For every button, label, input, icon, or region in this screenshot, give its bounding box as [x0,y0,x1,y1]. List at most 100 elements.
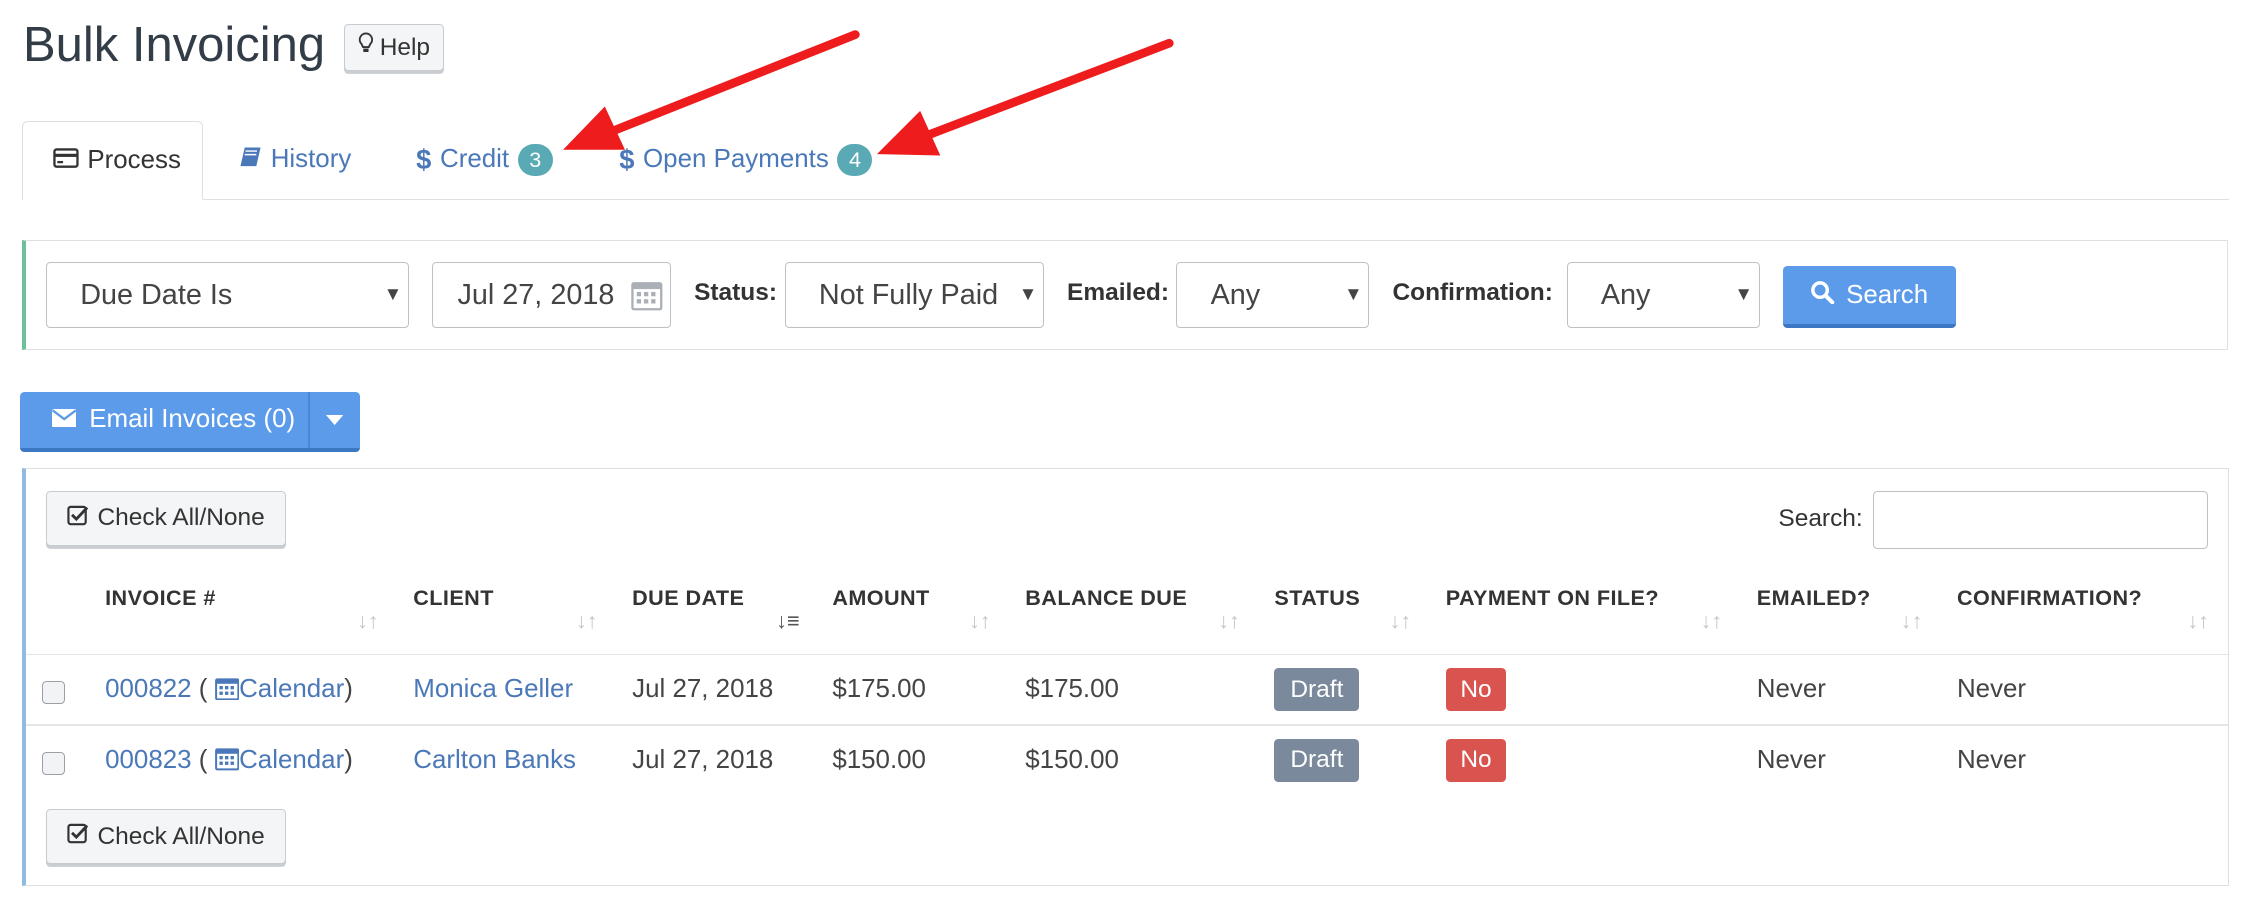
date-mode-value: Due Date Is [80,278,233,311]
status-badge: Draft [1274,668,1360,712]
caret-down-icon: ▼ [1734,283,1753,305]
tab-label: Open Payments [643,145,829,174]
confirmation-cell: Never [1956,745,2027,774]
column-header-amount[interactable]: AMOUNT [832,585,929,611]
confirmation-select[interactable]: Any ▼ [1566,262,1760,329]
column-header-status[interactable]: STATUS [1274,585,1360,611]
header-divider [25,653,2228,656]
row-divider [25,724,2228,726]
emailed-cell: Never [1756,675,1826,704]
client-link[interactable]: Monica Geller [413,675,573,704]
sort-icon[interactable]: ↓↑ [969,608,991,634]
help-label: Help [379,33,431,61]
search-icon [1810,280,1835,311]
invoice-number-link[interactable]: 000823 [105,746,191,774]
client-link[interactable]: Carlton Banks [413,746,576,775]
check-all-label: Check All/None [97,504,265,532]
credit-card-icon [53,146,79,175]
envelope-icon [51,405,77,434]
email-invoices-split-button: Email Invoices (0) [20,391,360,453]
confirmation-cell: Never [1956,675,2027,704]
book-icon [239,145,262,174]
balance-due-cell: $175.00 [1025,675,1119,704]
dollar-icon: $ [416,143,432,175]
calendar-icon [214,748,239,771]
check-all-label: Check All/None [97,822,265,850]
invoice-cell: 000823 ( Calendar) [105,745,353,774]
emailed-cell: Never [1756,745,1826,774]
date-mode-select[interactable]: Due Date Is ▼ [46,262,409,329]
column-header-payment-on-file[interactable]: PAYMENT ON FILE? [1446,585,1659,611]
dollar-icon: $ [619,143,635,175]
emailed-select[interactable]: Any ▼ [1176,262,1370,329]
table-search-label: Search: [1778,505,1863,533]
sort-icon[interactable]: ↓↑ [1901,608,1923,634]
date-field[interactable]: Jul 27, 2018 [432,262,672,329]
status-badge: Draft [1274,738,1360,782]
tab-process[interactable]: Process [21,120,204,201]
date-value: Jul 27, 2018 [457,278,615,311]
column-header-balance-due[interactable]: BALANCE DUE [1025,585,1187,611]
sort-ascending-icon[interactable]: ↓≡ [776,608,799,634]
tab-open-payments[interactable]: $ Open Payments 4 [619,121,873,199]
column-header-due-date[interactable]: DUE DATE [632,585,744,611]
caret-down-icon: ▼ [1344,283,1363,305]
search-button[interactable]: Search [1782,266,1956,329]
table-search-input[interactable] [1873,491,2208,549]
tab-bar: Process History $ Credit 3 $ Open Paymen… [21,120,2230,201]
caret-down-icon [326,414,344,425]
email-invoices-label: Email Invoices (0) [89,405,296,434]
due-date-cell: Jul 27, 2018 [632,745,774,774]
tab-label: Credit [439,145,510,174]
sort-icon[interactable]: ↓↑ [1390,608,1412,634]
status-value: Not Fully Paid [818,278,999,311]
sort-icon[interactable]: ↓↑ [2187,608,2209,634]
row-checkbox[interactable] [41,681,65,705]
confirmation-value: Any [1600,278,1651,311]
sort-icon[interactable]: ↓↑ [1218,608,1240,634]
calendar-link-label: Calendar [239,675,345,704]
app-canvas: Bulk Invoicing Help Process History $ Cr… [0,0,2251,917]
sort-icon[interactable]: ↓↑ [1701,608,1723,634]
search-button-label: Search [1846,280,1929,309]
caret-down-icon: ▼ [383,283,403,305]
row-checkbox[interactable] [41,751,65,775]
open-payments-count-badge: 4 [837,143,873,176]
tab-label: Process [87,146,181,175]
status-select[interactable]: Not Fully Paid ▼ [784,262,1044,329]
email-invoices-button[interactable]: Email Invoices (0) [20,392,308,448]
calendar-icon [631,279,663,319]
amount-cell: $150.00 [832,745,926,774]
status-filter-label: Status: [694,279,778,307]
payment-on-file-badge: No [1445,668,1507,712]
sort-icon[interactable]: ↓↑ [576,608,598,634]
invoice-number-link[interactable]: 000822 [105,675,191,703]
column-header-client[interactable]: CLIENT [413,585,494,611]
column-header-confirmation[interactable]: CONFIRMATION? [1957,585,2142,611]
calendar-link[interactable]: Calendar [214,675,345,704]
column-header-emailed[interactable]: EMAILED? [1757,585,1871,611]
invoice-cell: 000822 ( Calendar) [105,675,353,704]
tab-credit[interactable]: $ Credit 3 [416,121,553,199]
email-options-dropdown[interactable] [310,392,360,448]
payment-on-file-badge: No [1445,738,1507,782]
sort-icon[interactable]: ↓↑ [357,608,379,634]
help-button[interactable]: Help [344,24,444,71]
due-date-cell: Jul 27, 2018 [632,675,774,704]
check-all-bottom-button[interactable]: Check All/None [46,809,286,864]
column-header-invoice[interactable]: INVOICE # [105,585,216,611]
calendar-link[interactable]: Calendar [214,745,345,774]
check-all-top-button[interactable]: Check All/None [46,491,286,546]
caret-down-icon: ▼ [1018,283,1038,305]
tab-history[interactable]: History [239,121,351,199]
credit-count-badge: 3 [517,143,553,176]
balance-due-cell: $150.00 [1025,745,1119,774]
check-square-icon [67,504,89,533]
calendar-link-label: Calendar [239,745,345,774]
tab-label: History [270,145,352,174]
emailed-filter-label: Emailed: [1067,279,1170,307]
calendar-icon [214,678,239,701]
emailed-value: Any [1210,278,1261,311]
page-title: Bulk Invoicing [23,18,326,73]
check-square-icon [67,822,89,851]
